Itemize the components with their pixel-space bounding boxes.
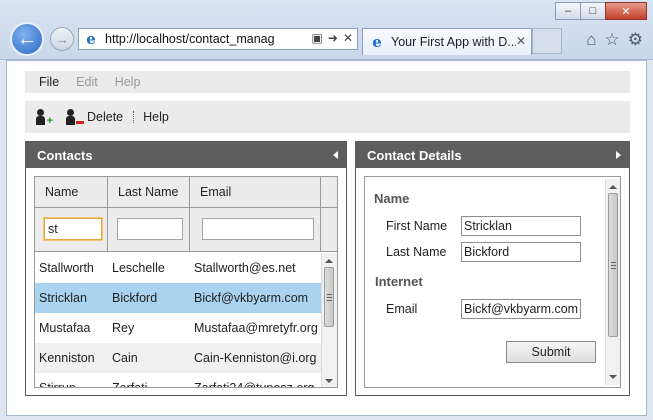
contacts-panel-header: Contacts (26, 142, 346, 168)
cell-last-name: Bickford (112, 291, 158, 305)
browser-tools: ⌂ ☆ ⚙ (586, 30, 643, 50)
submit-button[interactable]: Submit (506, 341, 596, 363)
table-row[interactable]: Stallworth Leschelle Stallworth@es.net (35, 253, 321, 283)
window-controls: – □ ✕ (555, 2, 647, 20)
last-name-label: Last Name (386, 245, 447, 259)
address-text[interactable]: http://localhost/contact_manag (105, 32, 285, 46)
form-scroll-thumb[interactable] (608, 193, 618, 337)
address-bar-icons: ▣ ➜ ✕ (312, 31, 353, 45)
cell-name: Mustafaa (39, 321, 91, 335)
new-tab-button[interactable] (532, 28, 562, 54)
forward-button[interactable]: → (50, 27, 74, 51)
section-internet-heading: Internet (375, 274, 423, 289)
tab-close-icon[interactable]: ✕ (516, 34, 526, 48)
table-row-selected[interactable]: Stricklan Bickford Bickf@vkbyarm.com (35, 283, 321, 313)
section-name-heading: Name (374, 191, 410, 206)
add-user-icon[interactable]: + (35, 108, 53, 127)
forward-arrow-icon: → (55, 31, 69, 47)
column-header-name[interactable]: Name (35, 177, 108, 208)
grid-rows: Stallworth Leschelle Stallworth@es.net S… (35, 253, 321, 388)
cell-email: Cain-Kenniston@i.org (194, 351, 317, 365)
toolbar: + Delete Help (25, 101, 630, 133)
grid-scroll-thumb[interactable] (324, 267, 334, 327)
details-panel-title: Contact Details (367, 147, 462, 163)
contacts-panel: Contacts Name Last Name Email st Stallwo… (25, 141, 347, 396)
tab-title: Your First App with D... (391, 35, 516, 49)
details-panel-header: Contact Details (356, 142, 629, 168)
column-header-email[interactable]: Email (190, 177, 321, 208)
scroll-up-icon[interactable] (325, 259, 333, 263)
tab-ie-icon: e (372, 33, 382, 51)
table-row[interactable]: Stirrup Zarfati Zarfati24@tuposz.org (35, 373, 321, 388)
menu-file[interactable]: File (39, 75, 59, 89)
minimize-button[interactable]: – (555, 2, 581, 20)
favorites-star-icon[interactable]: ☆ (605, 30, 620, 50)
cell-name: Stallworth (39, 261, 94, 275)
grid-header: Name Last Name Email (35, 177, 337, 208)
cell-name: Kenniston (39, 351, 95, 365)
contacts-grid: Name Last Name Email st Stallworth Lesch… (34, 176, 338, 388)
table-row[interactable]: Mustafaa Rey Mustafaa@mretyfr.org (35, 313, 321, 343)
filter-cell-last-name (108, 208, 190, 252)
last-name-field[interactable]: Bickford (461, 242, 581, 262)
back-button[interactable]: ← (10, 22, 44, 56)
collapse-right-icon[interactable] (616, 151, 621, 159)
first-name-label: First Name (386, 219, 448, 233)
collapse-left-icon[interactable] (333, 151, 338, 159)
filter-cell-email (190, 208, 321, 252)
filter-name-input[interactable]: st (44, 218, 102, 240)
form-scrollbar[interactable] (605, 179, 620, 385)
toolbar-separator (133, 111, 135, 123)
browser-chrome: – □ ✕ ← → e http://localhost/contact_man… (0, 0, 653, 60)
cell-email: Mustafaa@mretyfr.org (194, 321, 318, 335)
close-window-button[interactable]: ✕ (605, 2, 647, 20)
email-field[interactable]: Bickf@vkbyarm.com (461, 299, 581, 319)
cell-last-name: Leschelle (112, 261, 165, 275)
menu-help[interactable]: Help (115, 75, 141, 89)
remove-user-icon[interactable] (65, 108, 84, 126)
cell-email: Zarfati24@tuposz.org (194, 381, 315, 388)
delete-button[interactable]: Delete (87, 110, 123, 124)
back-arrow-icon: ← (17, 27, 37, 50)
go-arrow-icon[interactable]: ➜ (328, 31, 338, 45)
cell-last-name: Cain (112, 351, 138, 365)
scroll-down-icon[interactable] (609, 375, 617, 379)
table-row[interactable]: Kenniston Cain Cain-Kenniston@i.org (35, 343, 321, 373)
filter-last-name-input[interactable] (117, 218, 183, 240)
filter-cell-name: st (35, 208, 108, 252)
menu-edit[interactable]: Edit (76, 75, 98, 89)
cell-name: Stirrup (39, 381, 76, 388)
filter-email-input[interactable] (202, 218, 314, 240)
grid-scrollbar[interactable] (321, 253, 337, 387)
menu-bar: File Edit Help (25, 71, 630, 93)
page-content: File Edit Help + Delete Help Contacts Na… (6, 60, 647, 416)
scroll-up-icon[interactable] (609, 185, 617, 189)
email-label: Email (386, 302, 418, 316)
help-button[interactable]: Help (143, 110, 169, 124)
contact-details-panel: Contact Details Name First Name Strickla… (355, 141, 630, 396)
scroll-down-icon[interactable] (325, 379, 333, 383)
contact-form: Name First Name Stricklan Last Name Bick… (364, 176, 621, 388)
cell-last-name: Rey (112, 321, 135, 335)
ie-page-icon: e (86, 30, 96, 48)
first-name-field[interactable]: Stricklan (461, 216, 581, 236)
address-bar[interactable]: e http://localhost/contact_manag ▣ ➜ ✕ (78, 28, 358, 50)
home-icon[interactable]: ⌂ (586, 30, 596, 50)
browser-tab[interactable]: e Your First App with D... ✕ (362, 28, 532, 55)
filter-row: st (35, 208, 337, 252)
gear-icon[interactable]: ⚙ (628, 30, 643, 50)
column-header-last-name[interactable]: Last Name (108, 177, 190, 208)
cell-name: Stricklan (39, 291, 87, 305)
cell-email: Stallworth@es.net (194, 261, 296, 275)
cell-last-name: Zarfati (112, 381, 148, 388)
maximize-button[interactable]: □ (580, 2, 606, 20)
cell-email: Bickf@vkbyarm.com (194, 291, 309, 305)
stop-icon[interactable]: ✕ (343, 31, 353, 45)
contacts-panel-title: Contacts (37, 147, 93, 163)
compatibility-icon[interactable]: ▣ (312, 31, 323, 45)
